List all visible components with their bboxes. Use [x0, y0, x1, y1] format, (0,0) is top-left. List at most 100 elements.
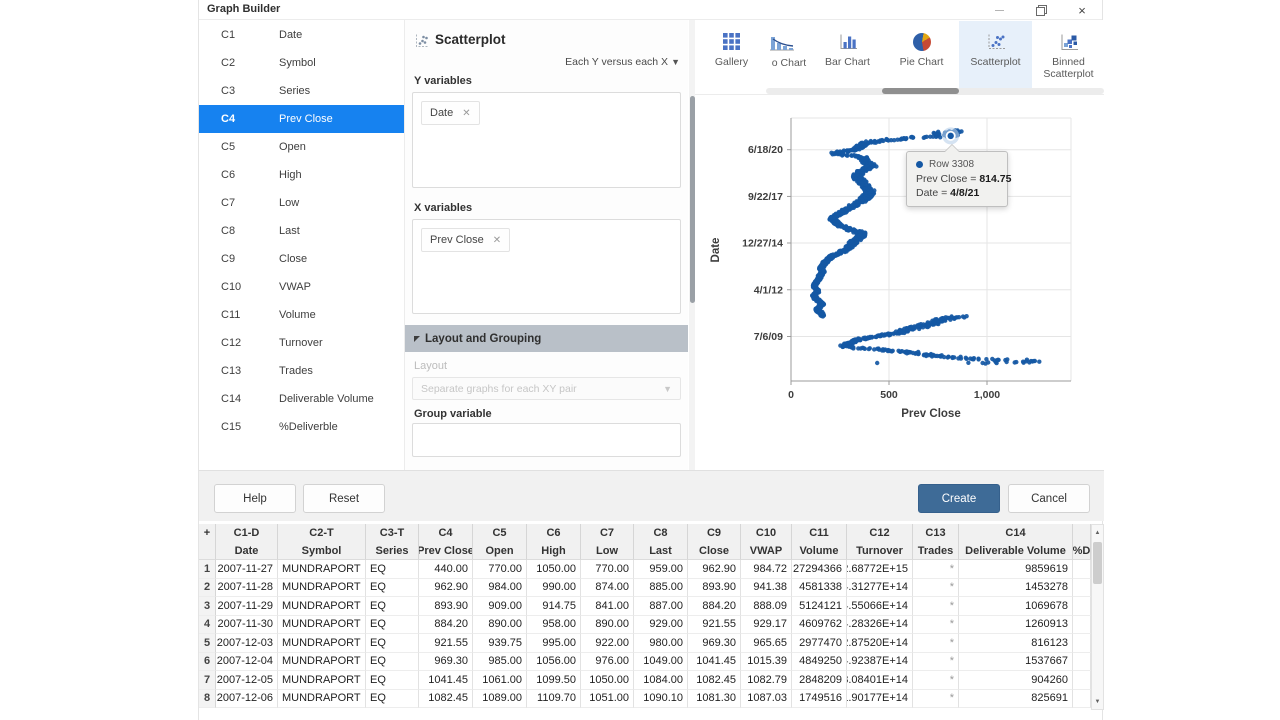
- column-id-header[interactable]: C11: [792, 524, 847, 542]
- column-name-header[interactable]: Turnover: [847, 542, 913, 560]
- column-id-header[interactable]: [1073, 524, 1091, 542]
- pie-chart-tile[interactable]: Pie Chart: [885, 21, 958, 88]
- row-number[interactable]: 5: [199, 634, 216, 653]
- column-name-header[interactable]: VWAP: [741, 542, 792, 560]
- table-cell[interactable]: 893.90: [419, 597, 473, 616]
- table-cell[interactable]: 825691: [959, 690, 1073, 709]
- table-cell[interactable]: 1453278: [959, 579, 1073, 598]
- table-cell[interactable]: 958.00: [527, 616, 581, 635]
- table-cell[interactable]: 4.55066E+14: [847, 597, 913, 616]
- column-name-header[interactable]: Series: [366, 542, 419, 560]
- column-id-header[interactable]: C9: [688, 524, 741, 542]
- table-cell[interactable]: [1073, 671, 1091, 690]
- table-cell[interactable]: 2848209: [792, 671, 847, 690]
- table-cell[interactable]: 1050.00: [527, 560, 581, 579]
- table-cell[interactable]: 2007-12-06: [216, 690, 278, 709]
- table-cell[interactable]: *: [913, 616, 959, 635]
- table-cell[interactable]: 941.38: [741, 579, 792, 598]
- table-cell[interactable]: 893.90: [688, 579, 741, 598]
- table-cell[interactable]: MUNDRAPORT: [278, 597, 366, 616]
- table-cell[interactable]: 1050.00: [581, 671, 634, 690]
- table-cell[interactable]: 1082.45: [419, 690, 473, 709]
- table-cell[interactable]: 2977470: [792, 634, 847, 653]
- row-number[interactable]: 3: [199, 597, 216, 616]
- column-list-item-c3[interactable]: C3Series: [199, 77, 404, 105]
- column-name-header[interactable]: Deliverable Volume: [959, 542, 1073, 560]
- column-list-item-c11[interactable]: C11Volume: [199, 301, 404, 329]
- column-name-header[interactable]: Volume: [792, 542, 847, 560]
- table-cell[interactable]: MUNDRAPORT: [278, 616, 366, 635]
- row-number[interactable]: 6: [199, 653, 216, 672]
- column-id-header[interactable]: C10: [741, 524, 792, 542]
- table-cell[interactable]: 995.00: [527, 634, 581, 653]
- column-id-header[interactable]: C5: [473, 524, 527, 542]
- x-variable-chip[interactable]: Prev Close✕: [421, 228, 510, 252]
- column-id-header[interactable]: C8: [634, 524, 688, 542]
- table-cell[interactable]: MUNDRAPORT: [278, 671, 366, 690]
- gallery-tile[interactable]: Gallery: [695, 21, 768, 88]
- table-scrollbar[interactable]: ▲ ▼: [1091, 524, 1104, 710]
- versus-mode-dropdown[interactable]: Each Y versus each X▼: [565, 56, 680, 68]
- row-number[interactable]: 1: [199, 560, 216, 579]
- table-cell[interactable]: 440.00: [419, 560, 473, 579]
- column-id-header[interactable]: C4: [419, 524, 473, 542]
- column-id-header[interactable]: C3-T: [366, 524, 419, 542]
- table-cell[interactable]: 984.00: [473, 579, 527, 598]
- table-cell[interactable]: 1061.00: [473, 671, 527, 690]
- table-cell[interactable]: 4849250: [792, 653, 847, 672]
- column-list-item-c12[interactable]: C12Turnover: [199, 329, 404, 357]
- table-cell[interactable]: 1049.00: [634, 653, 688, 672]
- close-button[interactable]: ×: [1067, 0, 1097, 20]
- y-variables-box[interactable]: Date✕: [412, 92, 681, 188]
- column-id-header[interactable]: C12: [847, 524, 913, 542]
- table-cell[interactable]: 984.72: [741, 560, 792, 579]
- column-name-header[interactable]: Trades: [913, 542, 959, 560]
- table-cell[interactable]: 939.75: [473, 634, 527, 653]
- table-cell[interactable]: 884.20: [688, 597, 741, 616]
- scroll-up-icon[interactable]: ▲: [1092, 525, 1103, 540]
- table-cell[interactable]: 4609762: [792, 616, 847, 635]
- column-name-header[interactable]: %D: [1073, 542, 1091, 560]
- table-cell[interactable]: 1069678: [959, 597, 1073, 616]
- table-row[interactable]: 42007-11-30MUNDRAPORTEQ884.20890.00958.0…: [199, 616, 1091, 635]
- table-cell[interactable]: 1084.00: [634, 671, 688, 690]
- scrollbar-thumb[interactable]: [1093, 542, 1102, 584]
- table-cell[interactable]: 770.00: [473, 560, 527, 579]
- table-cell[interactable]: 909.00: [473, 597, 527, 616]
- column-list-item-c13[interactable]: C13Trades: [199, 357, 404, 385]
- row-number[interactable]: 4: [199, 616, 216, 635]
- table-cell[interactable]: [1073, 653, 1091, 672]
- table-cell[interactable]: 9859619: [959, 560, 1073, 579]
- row-number[interactable]: 8: [199, 690, 216, 709]
- column-list-item-c4[interactable]: C4Prev Close: [199, 105, 404, 133]
- table-cell[interactable]: 962.90: [419, 579, 473, 598]
- table-cell[interactable]: 2007-11-29: [216, 597, 278, 616]
- table-cell[interactable]: MUNDRAPORT: [278, 560, 366, 579]
- column-list-item-c6[interactable]: C6High: [199, 161, 404, 189]
- reset-button[interactable]: Reset: [303, 484, 385, 513]
- table-cell[interactable]: 2007-11-28: [216, 579, 278, 598]
- table-cell[interactable]: EQ: [366, 671, 419, 690]
- table-cell[interactable]: 990.00: [527, 579, 581, 598]
- table-cell[interactable]: 874.00: [581, 579, 634, 598]
- table-cell[interactable]: 3.08401E+14: [847, 671, 913, 690]
- table-corner-cell[interactable]: +: [199, 524, 216, 542]
- column-name-header[interactable]: Close: [688, 542, 741, 560]
- table-cell[interactable]: 890.00: [473, 616, 527, 635]
- remove-icon[interactable]: ✕: [462, 108, 470, 119]
- column-list-item-c14[interactable]: C14Deliverable Volume: [199, 385, 404, 413]
- table-cell[interactable]: 1087.03: [741, 690, 792, 709]
- table-cell[interactable]: 884.20: [419, 616, 473, 635]
- table-cell[interactable]: EQ: [366, 653, 419, 672]
- table-cell[interactable]: MUNDRAPORT: [278, 634, 366, 653]
- table-cell[interactable]: *: [913, 690, 959, 709]
- binned-scatterplot-tile[interactable]: Binned Scatterplot: [1033, 21, 1104, 88]
- table-cell[interactable]: [1073, 690, 1091, 709]
- remove-icon[interactable]: ✕: [493, 235, 501, 246]
- column-list-item-c9[interactable]: C9Close: [199, 245, 404, 273]
- table-cell[interactable]: 969.30: [688, 634, 741, 653]
- table-row[interactable]: 62007-12-04MUNDRAPORTEQ969.30985.001056.…: [199, 653, 1091, 672]
- table-row[interactable]: 32007-11-29MUNDRAPORTEQ893.90909.00914.7…: [199, 597, 1091, 616]
- row-number[interactable]: 2: [199, 579, 216, 598]
- table-cell[interactable]: 1537667: [959, 653, 1073, 672]
